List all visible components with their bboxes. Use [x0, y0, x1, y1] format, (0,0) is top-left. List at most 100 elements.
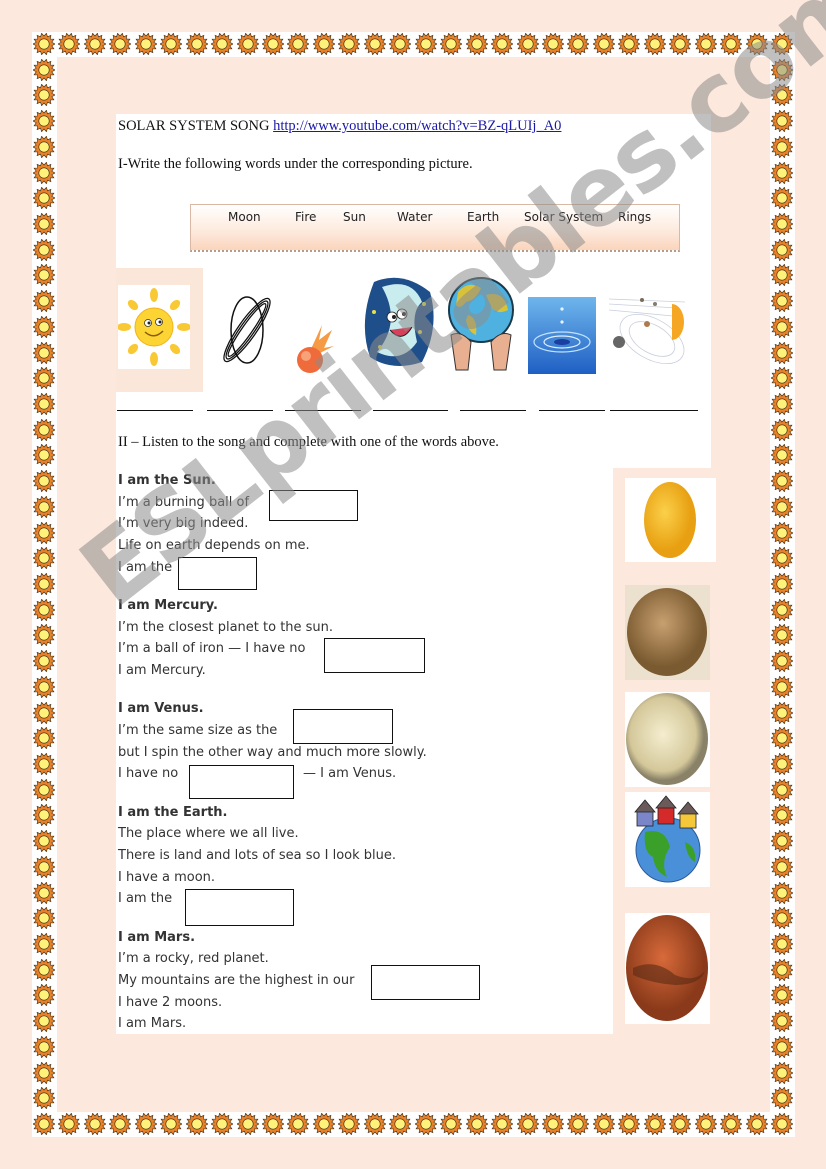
word-bank-item: Fire — [295, 210, 317, 224]
sun-border-icon — [32, 546, 56, 570]
sun-border-icon — [32, 881, 56, 904]
picture-answer-blank[interactable] — [610, 410, 698, 411]
sun-border-icon — [770, 649, 794, 673]
sun-planet-icon — [625, 478, 716, 562]
sun-border-icon — [770, 418, 794, 441]
sun-border-icon — [770, 1009, 794, 1033]
sun-border-icon — [770, 1035, 794, 1059]
answer-box[interactable] — [178, 557, 257, 590]
sun-border-icon — [32, 212, 56, 236]
sun-border-icon — [185, 1112, 209, 1136]
picture-answer-blank[interactable] — [373, 410, 448, 411]
sun-border-icon — [490, 32, 514, 56]
sun-border-icon — [617, 32, 641, 56]
sun-border-icon — [770, 855, 794, 879]
sun-border-icon — [32, 289, 56, 313]
sun-border-icon — [32, 264, 56, 287]
sun-border-icon — [770, 675, 794, 699]
sun-border-icon — [32, 444, 56, 467]
word-bank-item: Water — [397, 210, 433, 224]
answer-box[interactable] — [293, 709, 393, 744]
section2-instruction: II – Listen to the song and complete wit… — [118, 434, 499, 450]
mercury-icon — [625, 585, 710, 680]
lyric-line: I have a moon. — [118, 870, 216, 885]
sun-border-icon — [32, 161, 56, 184]
sun-border-icon — [32, 855, 56, 879]
sun-border-icon — [210, 1112, 234, 1136]
sun-border-icon — [32, 186, 56, 210]
lyric-line: I’m the same size as the — [118, 723, 278, 738]
sun-border-icon — [286, 1112, 311, 1136]
sun-border-icon — [32, 598, 56, 621]
answer-box[interactable] — [269, 490, 358, 521]
lyric-line: I am Mars. — [118, 1016, 187, 1031]
sun-border-icon — [83, 1112, 107, 1136]
sun-border-icon — [32, 752, 56, 776]
picture-answer-blank[interactable] — [285, 410, 361, 411]
sun-border-icon — [261, 1112, 285, 1136]
sun-border-icon — [592, 1112, 616, 1136]
sun-border-icon — [770, 701, 794, 724]
sun-border-icon — [32, 341, 56, 364]
sun-border-icon — [32, 58, 56, 81]
answer-box[interactable] — [324, 638, 425, 673]
sun-border-icon — [32, 701, 56, 724]
sun-border-icon — [32, 675, 56, 699]
water-drop-icon — [528, 297, 596, 374]
sun-border-icon — [32, 726, 56, 750]
sun-border-icon — [668, 1112, 692, 1136]
picture-answer-blank[interactable] — [207, 410, 273, 411]
sun-border-icon — [32, 32, 56, 56]
answer-box[interactable] — [185, 889, 294, 926]
lyric-line: There is land and lots of sea so I look … — [118, 848, 397, 863]
lyric-line: I’m a burning ball of — [118, 495, 250, 510]
lyric-line: I’m very big indeed. — [118, 516, 249, 531]
word-bank-item: Moon — [228, 210, 261, 224]
lyric-line: — I am Venus. — [303, 766, 397, 781]
picture-answer-blank[interactable] — [460, 410, 526, 411]
sun-border-icon — [770, 598, 794, 621]
word-bank-item: Sun — [343, 210, 366, 224]
verse-heading: I am Mars. — [118, 930, 196, 945]
sun-border-icon — [32, 1009, 56, 1033]
lyric-line: I have no — [118, 766, 179, 781]
word-bank-item: Rings — [618, 210, 652, 224]
sun-border-icon — [414, 1112, 438, 1136]
picture-answer-blank[interactable] — [117, 410, 193, 411]
sun-border-icon — [719, 1112, 743, 1136]
worksheet-page: SOLAR SYSTEM SONG http://www.youtube.com… — [0, 0, 826, 1169]
title-text: SOLAR SYSTEM SONG — [118, 118, 270, 134]
sun-border-icon — [770, 829, 794, 853]
section1-instruction: I-Write the following words under the co… — [118, 156, 473, 172]
answer-box[interactable] — [371, 965, 480, 1000]
sun-border-icon — [744, 32, 769, 56]
answer-box[interactable] — [189, 765, 294, 799]
sun-border-icon — [770, 804, 794, 827]
sun-border-icon — [363, 32, 387, 56]
sun-border-icon — [490, 1112, 514, 1136]
sun-border-icon — [464, 1112, 489, 1136]
sun-border-icon — [32, 1035, 56, 1059]
sun-border-icon — [57, 32, 82, 56]
sun-border-icon — [32, 1086, 56, 1110]
sun-border-icon — [643, 1112, 667, 1136]
picture-answer-blank[interactable] — [539, 410, 605, 411]
sun-border-icon — [388, 1112, 412, 1136]
sun-border-icon — [770, 58, 794, 81]
youtube-link[interactable]: http://www.youtube.com/watch?v=BZ-qLUIj_… — [273, 118, 561, 134]
sun-border-icon — [32, 829, 56, 853]
sun-border-icon — [32, 238, 56, 261]
sun-border-icon — [770, 186, 794, 210]
sun-border-icon — [32, 315, 56, 339]
word-bank-item: Earth — [467, 210, 500, 224]
sun-border-icon — [32, 1112, 56, 1136]
sun-border-icon — [363, 1112, 387, 1136]
sun-border-icon — [770, 109, 794, 133]
sun-border-icon — [32, 804, 56, 827]
sun-border-icon — [134, 1112, 158, 1136]
sun-border-icon — [439, 1112, 463, 1136]
sun-border-icon — [719, 32, 743, 56]
sun-border-icon — [770, 238, 794, 261]
sun-border-icon — [32, 366, 56, 390]
sun-border-icon — [566, 32, 591, 56]
